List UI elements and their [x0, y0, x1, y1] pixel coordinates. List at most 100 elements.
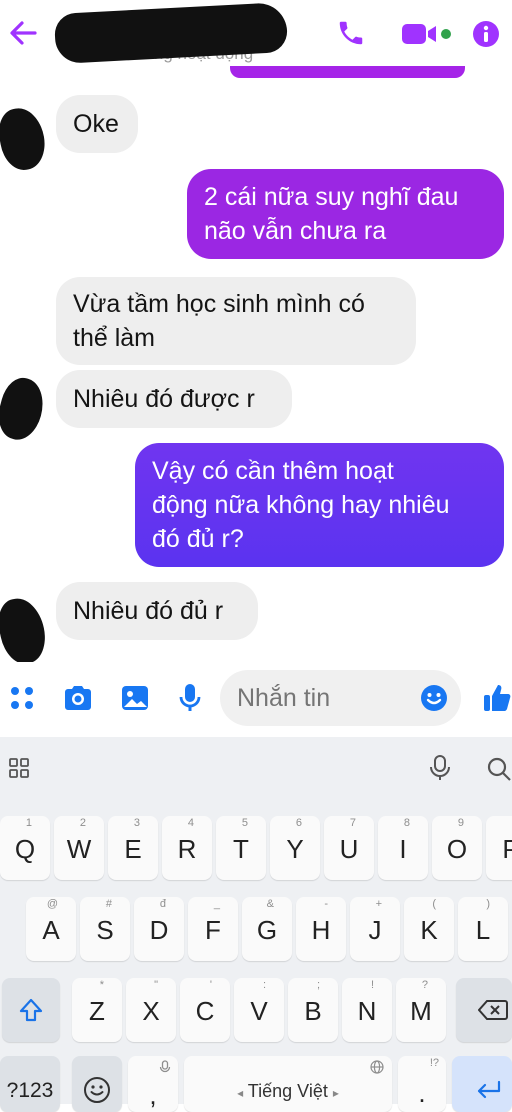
key-hint: đ — [160, 898, 166, 910]
key-n[interactable]: !N — [342, 978, 392, 1042]
key-o[interactable]: 9O — [432, 816, 482, 880]
key-b[interactable]: ;B — [288, 978, 338, 1042]
comma-label: , — [128, 1082, 178, 1108]
key-label: K — [404, 917, 454, 943]
key-x[interactable]: "X — [126, 978, 176, 1042]
thumbs-up-icon[interactable] — [482, 682, 512, 714]
key-hint: " — [154, 979, 158, 991]
message-bubble-outgoing[interactable]: 2 cái nữa suy nghĩ đau não vẫn chưa ra — [187, 169, 504, 259]
search-icon[interactable] — [486, 756, 512, 782]
video-call-icon[interactable] — [399, 20, 457, 48]
key-z[interactable]: *Z — [72, 978, 122, 1042]
space-right-arrow: ▸ — [333, 1086, 339, 1100]
backspace-key[interactable] — [456, 978, 512, 1042]
key-hint: ( — [432, 898, 436, 910]
key-hint: - — [324, 898, 328, 910]
back-arrow-icon[interactable] — [8, 18, 38, 48]
key-hint: !? — [430, 1057, 439, 1069]
key-p[interactable]: 0P — [486, 816, 512, 880]
key-t[interactable]: 5T — [216, 816, 266, 880]
message-text: Vừa tầm học sinh mình có — [73, 287, 399, 321]
key-k[interactable]: (K — [404, 897, 454, 961]
key-label: V — [234, 998, 284, 1024]
space-key-label: Tiếng Việt — [248, 1081, 328, 1101]
key-label: L — [458, 917, 508, 943]
key-hint: 2 — [80, 817, 86, 829]
message-bubble-incoming[interactable]: Nhiêu đó đủ r — [56, 582, 258, 640]
key-hint: ? — [422, 979, 428, 991]
message-text: động nữa không hay nhiêu — [152, 488, 487, 522]
key-c[interactable]: 'C — [180, 978, 230, 1042]
key-hint: @ — [47, 898, 58, 910]
message-bubble-incoming[interactable]: Vừa tầm học sinh mình có thể làm — [56, 277, 416, 365]
key-label: D — [134, 917, 184, 943]
key-label: G — [242, 917, 292, 943]
avatar — [0, 105, 49, 174]
message-bubble-incoming[interactable]: Oke — [56, 95, 138, 153]
key-label: B — [288, 998, 338, 1024]
key-v[interactable]: :V — [234, 978, 284, 1042]
info-icon[interactable] — [472, 20, 500, 48]
key-s[interactable]: #S — [80, 897, 130, 961]
key-u[interactable]: 7U — [324, 816, 374, 880]
message-bubble-outgoing[interactable]: Vậy có cần thêm hoạt động nữa không hay … — [135, 443, 504, 567]
key-label: Q — [0, 836, 50, 862]
key-label: E — [108, 836, 158, 862]
key-label: T — [216, 836, 266, 862]
microphone-icon[interactable] — [177, 682, 203, 714]
message-text: thể làm — [73, 321, 399, 355]
grid-icon[interactable] — [8, 757, 30, 779]
message-text: Oke — [73, 110, 119, 138]
key-hint: ' — [210, 979, 212, 991]
key-l[interactable]: )L — [458, 897, 508, 961]
key-m[interactable]: ?M — [396, 978, 446, 1042]
key-a[interactable]: @A — [26, 897, 76, 961]
emoji-icon — [83, 1076, 111, 1104]
key-i[interactable]: 8I — [378, 816, 428, 880]
key-y[interactable]: 6Y — [270, 816, 320, 880]
key-hint: 4 — [188, 817, 194, 829]
message-bubble-incoming[interactable]: Nhiêu đó được r — [56, 370, 292, 428]
key-w[interactable]: 2W — [54, 816, 104, 880]
key-hint: + — [376, 898, 382, 910]
key-hint: _ — [214, 898, 220, 910]
key-label: W — [54, 836, 104, 862]
message-text: đó đủ r? — [152, 522, 487, 556]
phone-call-icon[interactable] — [336, 18, 366, 48]
key-r[interactable]: 4R — [162, 816, 212, 880]
menu-dots-icon[interactable] — [8, 684, 36, 712]
backspace-icon — [478, 999, 508, 1021]
key-label: I — [378, 836, 428, 862]
message-text: Nhiêu đó đủ r — [73, 597, 223, 625]
key-label: P — [486, 836, 512, 862]
key-hint: 7 — [350, 817, 356, 829]
key-label: R — [162, 836, 212, 862]
microphone-icon[interactable] — [428, 754, 452, 782]
key-g[interactable]: &G — [242, 897, 292, 961]
message-text: Vậy có cần thêm hoạt — [152, 454, 487, 488]
key-hint: 5 — [242, 817, 248, 829]
emoji-icon[interactable] — [420, 684, 448, 712]
space-left-arrow: ◂ — [237, 1086, 243, 1100]
key-j[interactable]: +J — [350, 897, 400, 961]
key-f[interactable]: _F — [188, 897, 238, 961]
microphone-icon — [159, 1060, 171, 1076]
key-label: X — [126, 998, 176, 1024]
shift-arrow-icon — [18, 997, 44, 1023]
header-accent-bar — [230, 66, 465, 78]
key-label: J — [350, 917, 400, 943]
image-icon[interactable] — [120, 684, 150, 712]
shift-key[interactable] — [2, 978, 60, 1042]
camera-icon[interactable] — [62, 684, 94, 712]
key-label: Z — [72, 998, 122, 1024]
key-label: S — [80, 917, 130, 943]
key-d[interactable]: đD — [134, 897, 184, 961]
key-hint: ! — [371, 979, 374, 991]
key-h[interactable]: -H — [296, 897, 346, 961]
key-label: H — [296, 917, 346, 943]
key-q[interactable]: 1Q — [0, 816, 50, 880]
key-e[interactable]: 3E — [108, 816, 158, 880]
key-hint: * — [100, 979, 104, 991]
avatar — [0, 594, 50, 668]
key-hint: ) — [486, 898, 490, 910]
